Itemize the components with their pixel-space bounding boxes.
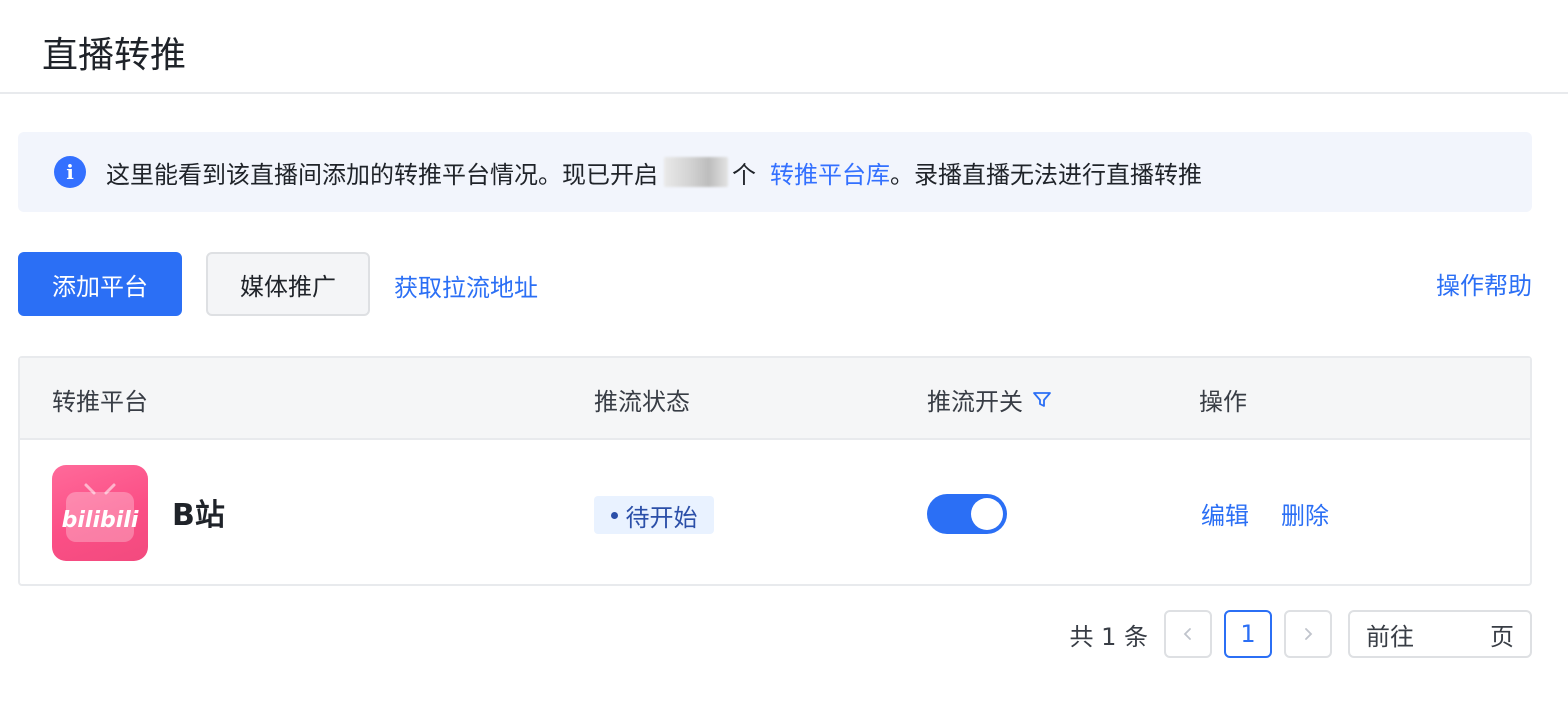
column-header-status: 推流状态 [594,388,690,416]
table-row: bilibili B站 待开始 编辑 删除 [20,442,1530,586]
page-number-button[interactable]: 1 [1224,610,1272,658]
status-badge: 待开始 [594,496,714,534]
redacted-count [664,157,728,187]
column-header-switch-label: 推流开关 [927,388,1023,416]
notice-count-suffix: 个 [732,160,756,189]
goto-prefix: 前往 [1366,622,1414,651]
column-header-actions: 操作 [1199,388,1247,416]
add-platform-button[interactable]: 添加平台 [18,252,182,316]
filter-icon[interactable] [1031,389,1053,411]
page-header: 直播转推 [0,0,1568,94]
prev-page-button[interactable] [1164,610,1212,658]
goto-page-field: 前往 页 [1348,610,1532,658]
info-icon: i [54,156,86,188]
status-dot [610,511,618,519]
platform-library-link[interactable]: 转推平台库 [770,155,890,190]
help-link[interactable]: 操作帮助 [1436,266,1532,301]
goto-suffix: 页 [1490,622,1514,651]
total-count: 共 1 条 [1069,622,1148,651]
bilibili-logo: bilibili [52,465,148,561]
notice-text-before: 这里能看到该直播间添加的转推平台情况。现已开启 [106,160,658,189]
next-page-button[interactable] [1284,610,1332,658]
push-toggle[interactable] [927,494,1007,534]
notice-banner: i 这里能看到该直播间添加的转推平台情况。现已开启 个 转推平台库 。录播直播无… [18,132,1532,212]
media-promotion-button[interactable]: 媒体推广 [206,252,370,316]
chevron-left-icon [1183,628,1191,640]
notice-text-after: 。录播直播无法进行直播转推 [890,160,1202,189]
edit-button[interactable]: 编辑 [1201,496,1249,531]
toolbar: 添加平台 媒体推广 获取拉流地址 操作帮助 [18,252,1532,316]
svg-text:bilibili: bilibili [62,508,139,533]
table-header: 转推平台 推流状态 推流开关 操作 [20,358,1530,440]
platform-table: 转推平台 推流状态 推流开关 操作 bilibili B站 待开始 编辑 删除 [18,356,1532,586]
delete-button[interactable]: 删除 [1281,496,1329,531]
page-title: 直播转推 [42,35,187,76]
platform-name: B站 [172,498,225,533]
get-pull-url-link[interactable]: 获取拉流地址 [394,268,538,303]
pagination: 共 1 条 1 前往 页 [1069,610,1532,658]
status-text: 待开始 [625,503,698,532]
column-header-switch: 推流开关 [927,382,1053,417]
column-header-platform: 转推平台 [52,388,148,416]
goto-page-input[interactable] [1422,620,1482,648]
notice-text: 这里能看到该直播间添加的转推平台情况。现已开启 个 转推平台库 。录播直播无法进… [106,155,1202,190]
chevron-right-icon [1305,628,1313,640]
toggle-knob [971,498,1003,530]
